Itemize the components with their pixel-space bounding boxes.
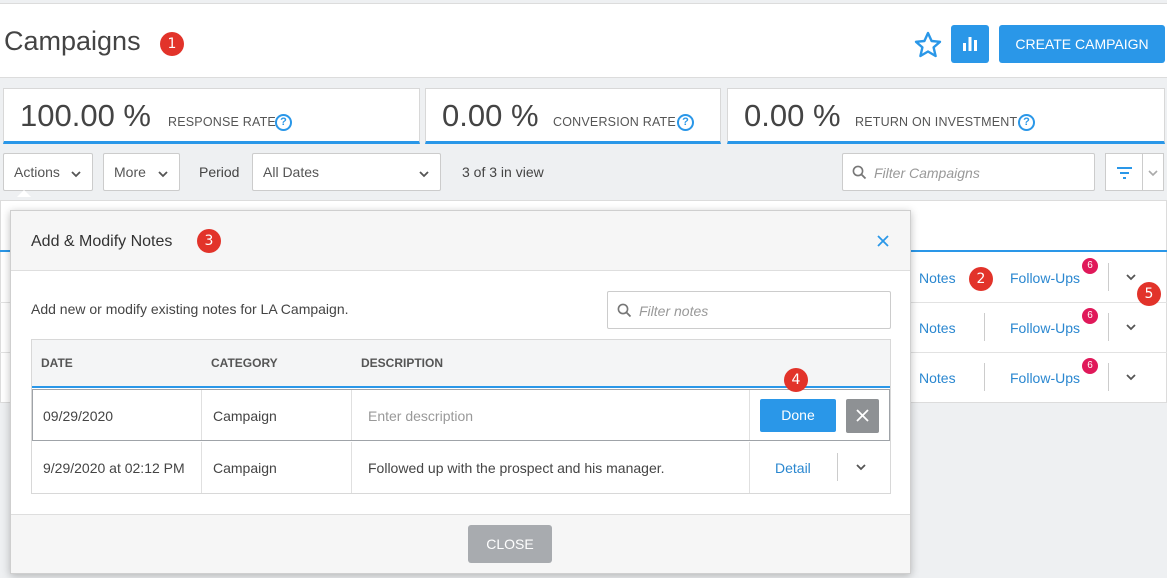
divider: [1108, 263, 1109, 291]
kpi-value: 0.00 %: [442, 98, 539, 133]
favorite-star-icon[interactable]: [913, 30, 943, 60]
modal-header: Add & Modify Notes 3: [11, 211, 910, 271]
actions-label: Actions: [14, 164, 60, 180]
divider: [201, 390, 202, 440]
create-campaign-button[interactable]: CREATE CAMPAIGN: [999, 25, 1165, 63]
filter-options-toggle[interactable]: [1142, 153, 1164, 191]
kpi-label: RESPONSE RATE: [168, 115, 276, 129]
modal-description: Add new or modify existing notes for LA …: [31, 301, 349, 317]
divider: [837, 453, 838, 481]
chevron-down-icon[interactable]: [855, 461, 867, 473]
filter-icon: [1117, 167, 1132, 179]
period-label: Period: [199, 164, 240, 180]
marker-badge: 1: [160, 32, 184, 56]
period-select[interactable]: All Dates: [252, 153, 441, 191]
note-category: Campaign: [213, 408, 277, 424]
chevron-down-icon[interactable]: [1125, 321, 1137, 333]
chevron-down-icon[interactable]: [1125, 271, 1137, 283]
kpi-value: 100.00 %: [20, 98, 151, 133]
divider: [984, 313, 985, 341]
description-input[interactable]: Enter description: [368, 408, 473, 424]
filter-campaigns-input[interactable]: Filter Campaigns: [842, 153, 1095, 191]
modal-footer: CLOSE: [11, 514, 910, 573]
column-header-description: DESCRIPTION: [361, 356, 444, 370]
help-icon[interactable]: ?: [1018, 114, 1035, 131]
divider: [351, 442, 352, 493]
bar-chart-icon: [963, 37, 977, 51]
follow-ups-link[interactable]: Follow-Ups: [1010, 320, 1080, 336]
chevron-down-icon: [419, 171, 429, 178]
follow-ups-count-badge: 6: [1082, 358, 1098, 374]
kpi-response-rate: 100.00 % RESPONSE RATE ?: [3, 88, 420, 144]
period-value: All Dates: [263, 164, 320, 180]
kpi-label: RETURN ON INVESTMENT: [855, 115, 1018, 129]
kpi-return-on-investment: 0.00 % RETURN ON INVESTMENT ?: [727, 88, 1165, 144]
notes-link[interactable]: Notes: [919, 370, 956, 386]
marker-badge: 3: [197, 229, 221, 253]
cancel-edit-button[interactable]: [846, 399, 879, 433]
done-button[interactable]: Done: [760, 399, 836, 432]
help-icon[interactable]: ?: [275, 114, 292, 131]
notes-table-header: DATE CATEGORY DESCRIPTION: [32, 340, 890, 388]
follow-ups-count-badge: 6: [1082, 258, 1098, 274]
notes-link[interactable]: Notes: [919, 320, 956, 336]
follow-ups-link[interactable]: Follow-Ups: [1010, 270, 1080, 286]
actions-dropdown[interactable]: Actions: [3, 153, 93, 191]
divider: [749, 442, 750, 493]
kpi-value: 0.00 %: [744, 98, 841, 133]
close-icon: [856, 409, 869, 422]
page-title: Campaigns: [4, 26, 141, 56]
close-icon[interactable]: [875, 233, 891, 249]
divider: [749, 390, 750, 440]
in-view-count: 3 of 3 in view: [462, 164, 544, 180]
more-dropdown[interactable]: More: [103, 153, 180, 191]
chevron-down-icon: [71, 171, 81, 178]
marker-badge: 4: [784, 368, 808, 392]
help-icon[interactable]: ?: [677, 114, 694, 131]
page-header: Campaigns 1 CREATE CAMPAIGN: [0, 3, 1167, 78]
column-header-category: CATEGORY: [211, 356, 278, 370]
follow-ups-link[interactable]: Follow-Ups: [1010, 370, 1080, 386]
analytics-button[interactable]: [951, 25, 989, 63]
close-button[interactable]: CLOSE: [468, 525, 552, 563]
follow-ups-count-badge: 6: [1082, 308, 1098, 324]
note-date: 09/29/2020: [43, 408, 114, 424]
divider: [984, 363, 985, 391]
detail-link[interactable]: Detail: [775, 460, 811, 476]
filter-button[interactable]: [1105, 153, 1143, 191]
search-icon: [852, 165, 867, 180]
dropdown-pointer: [17, 190, 31, 197]
divider: [351, 390, 352, 440]
chevron-down-icon: [1148, 170, 1158, 177]
chevron-down-icon[interactable]: [1125, 371, 1137, 383]
chevron-down-icon: [158, 171, 168, 178]
kpi-conversion-rate: 0.00 % CONVERSION RATE ?: [425, 88, 721, 144]
note-date: 9/29/2020 at 02:12 PM: [43, 460, 185, 476]
divider: [201, 442, 202, 493]
filter-notes-placeholder: Filter notes: [639, 303, 709, 319]
note-category: Campaign: [213, 460, 277, 476]
filter-notes-input[interactable]: Filter notes: [607, 291, 891, 329]
more-label: More: [114, 164, 146, 180]
column-header-date: DATE: [41, 356, 73, 370]
notes-link[interactable]: Notes: [919, 270, 956, 286]
notes-table: DATE CATEGORY DESCRIPTION 09/29/2020 Cam…: [31, 339, 891, 494]
marker-badge: 2: [969, 267, 993, 291]
kpi-label: CONVERSION RATE: [553, 115, 676, 129]
marker-badge: 5: [1137, 282, 1161, 306]
search-icon: [617, 303, 632, 318]
divider: [1108, 363, 1109, 391]
divider: [1108, 313, 1109, 341]
modal-title: Add & Modify Notes: [31, 233, 173, 250]
notes-modal: Add & Modify Notes 3 Add new or modify e…: [10, 210, 911, 574]
note-description: Followed up with the prospect and his ma…: [368, 460, 665, 476]
filter-placeholder: Filter Campaigns: [874, 165, 980, 181]
